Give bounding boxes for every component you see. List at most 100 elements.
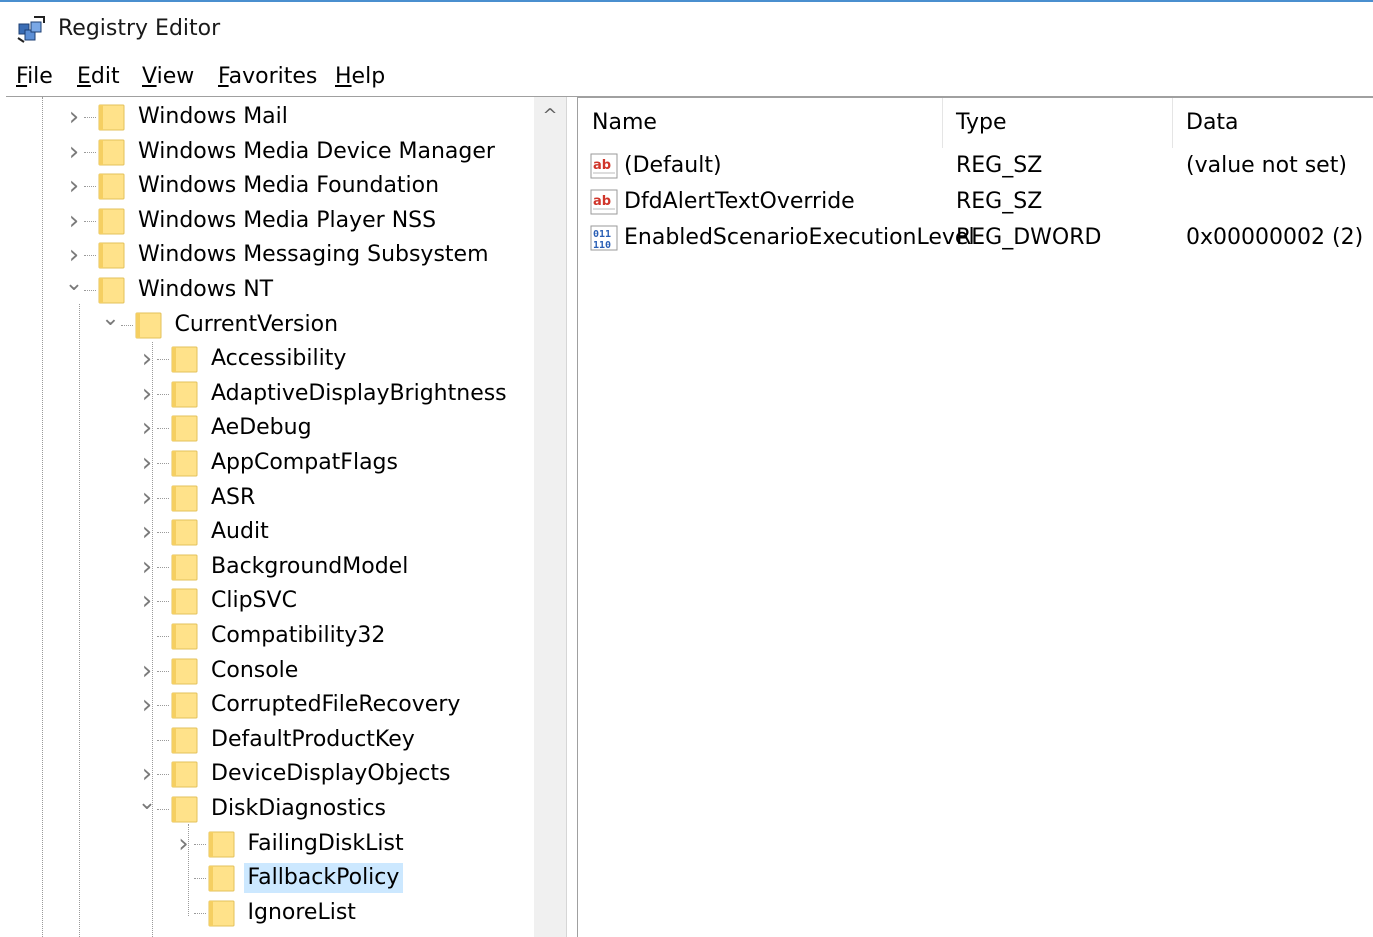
folder-icon (171, 450, 198, 477)
tree-item[interactable]: › Audit (6, 515, 534, 549)
tree-item[interactable]: › Windows Media Device Manager (6, 135, 534, 169)
tree-item[interactable]: ⌄ CurrentVersion (6, 307, 534, 342)
tree-item-label[interactable]: Accessibility (207, 344, 350, 374)
chevron-right-icon[interactable]: › (136, 346, 158, 372)
column-header-type[interactable]: Type (942, 98, 1172, 148)
tree-item-label[interactable]: Console (207, 656, 302, 686)
tree-item[interactable]: › Console (6, 654, 534, 688)
menu-file[interactable]: File (16, 64, 53, 89)
tree-item-label-selected[interactable]: FallbackPolicy (243, 863, 404, 894)
tree-item-label[interactable]: FailingDiskList (244, 829, 408, 859)
tree-item-label[interactable]: IgnoreList (244, 898, 360, 928)
folder-icon (135, 312, 161, 339)
tree-item[interactable]: › Accessibility (6, 342, 534, 376)
chevron-right-icon[interactable]: › (173, 831, 195, 857)
chevron-right-icon[interactable]: › (136, 692, 158, 718)
chevron-right-icon[interactable]: › (63, 208, 85, 234)
tree-item-label[interactable]: AeDebug (207, 413, 316, 443)
chevron-right-icon[interactable]: › (63, 139, 85, 165)
tree-item-label[interactable]: DeviceDisplayObjects (207, 759, 454, 789)
chevron-right-icon[interactable]: › (136, 381, 158, 407)
chevron-right-icon[interactable]: › (136, 519, 158, 545)
folder-icon (171, 623, 198, 650)
chevron-right-icon[interactable]: › (136, 485, 158, 511)
value-row[interactable]: 011 110 EnabledScenarioExecutionLevel RE… (578, 220, 1373, 256)
tree-item[interactable]: › AdaptiveDisplayBrightness (6, 377, 534, 411)
tree-item[interactable]: › ASR (6, 481, 534, 515)
tree-item-label[interactable]: Windows Media Foundation (134, 171, 443, 201)
tree-item[interactable]: › Windows Mail (6, 100, 534, 134)
tree-item[interactable]: › AppCompatFlags (6, 446, 534, 480)
values-list-pane[interactable]: Name Type Data ab (Default) REG_SZ (valu… (578, 97, 1373, 937)
tree-item-label[interactable]: Compatibility32 (207, 621, 389, 651)
chevron-down-icon[interactable]: ⌄ (100, 307, 122, 338)
tree-guide-line (157, 566, 169, 568)
menu-help[interactable]: Help (335, 64, 385, 89)
value-row[interactable]: ab (Default) REG_SZ (value not set) (578, 148, 1373, 184)
chevron-right-icon[interactable]: › (63, 104, 85, 130)
tree-item[interactable]: › Windows Media Player NSS (6, 204, 534, 238)
tree-item[interactable]: › Windows Media Foundation (6, 169, 534, 203)
value-row[interactable]: ab DfdAlertTextOverride REG_SZ (578, 184, 1373, 220)
tree-item-label[interactable]: CurrentVersion (171, 310, 343, 340)
tree-item-label[interactable]: Windows Media Player NSS (134, 206, 440, 236)
chevron-down-icon[interactable]: ⌄ (63, 273, 85, 303)
tree-item[interactable]: DefaultProductKey (6, 723, 534, 757)
tree-item-label[interactable]: AdaptiveDisplayBrightness (207, 379, 511, 409)
folder-icon (171, 415, 198, 442)
folder-icon (171, 554, 198, 581)
scroll-up-arrow-icon[interactable]: ^ (534, 97, 566, 133)
tree-item[interactable]: › AeDebug (6, 411, 534, 445)
tree-item[interactable]: › FailingDiskList (6, 827, 534, 861)
tree-item[interactable]: › CorruptedFileRecovery (6, 688, 534, 722)
pane-splitter[interactable] (566, 97, 578, 937)
tree-item-label[interactable]: AppCompatFlags (207, 448, 402, 478)
tree-item-label[interactable]: Windows Mail (134, 102, 292, 132)
chevron-right-icon[interactable]: › (136, 415, 158, 441)
chevron-right-icon[interactable]: › (136, 450, 158, 476)
tree-guide-line (157, 774, 169, 776)
title-bar[interactable]: Registry Editor (0, 2, 1373, 56)
menu-view[interactable]: View (142, 64, 194, 89)
chevron-right-icon[interactable]: › (136, 761, 158, 787)
tree-item-label[interactable]: Windows NT (134, 275, 277, 305)
tree-item-label[interactable]: CorruptedFileRecovery (207, 690, 464, 720)
menu-edit[interactable]: Edit (77, 64, 120, 89)
menu-favorites[interactable]: Favorites (218, 64, 317, 89)
chevron-right-icon[interactable]: › (136, 554, 158, 580)
tree-item[interactable]: ⌄ DiskDiagnostics (6, 792, 534, 826)
tree-guide-line (157, 636, 169, 637)
tree-item[interactable]: ⌄ Windows NT (6, 273, 534, 307)
chevron-down-icon[interactable]: ⌄ (136, 792, 158, 822)
tree-item-label[interactable]: Windows Media Device Manager (134, 137, 499, 167)
tree-item[interactable]: IgnoreList (6, 896, 534, 930)
chevron-right-icon[interactable]: › (63, 242, 85, 268)
tree-item-label[interactable]: Windows Messaging Subsystem (134, 240, 493, 270)
tree-item[interactable]: › DeviceDisplayObjects (6, 757, 534, 791)
chevron-right-icon[interactable]: › (136, 658, 158, 684)
svg-text:011: 011 (593, 229, 611, 240)
folder-icon (171, 796, 198, 823)
tree-scrollbar[interactable]: ^ (534, 97, 566, 937)
tree-item-label[interactable]: Audit (207, 517, 273, 547)
tree-guide-line (84, 290, 96, 291)
chevron-right-icon[interactable]: › (136, 588, 158, 614)
tree-item-label[interactable]: DefaultProductKey (207, 725, 419, 755)
value-name: EnabledScenarioExecutionLevel (624, 225, 975, 250)
column-header-data[interactable]: Data (1172, 98, 1373, 148)
tree-guide-line (157, 705, 169, 707)
tree-item-label[interactable]: ClipSVC (207, 586, 301, 616)
column-header-name[interactable]: Name (578, 98, 942, 148)
chevron-right-icon[interactable]: › (63, 173, 85, 199)
tree-item[interactable]: Compatibility32 (6, 619, 534, 653)
tree-item[interactable]: FallbackPolicy (6, 861, 534, 895)
tree-item[interactable]: › ClipSVC (6, 584, 534, 618)
tree-item[interactable]: › Windows Messaging Subsystem (6, 238, 534, 272)
svg-text:ab: ab (593, 194, 611, 209)
tree-item-label[interactable]: DiskDiagnostics (207, 794, 390, 824)
tree-item[interactable]: › BackgroundModel (6, 550, 534, 584)
tree-item-label[interactable]: BackgroundModel (207, 552, 412, 582)
tree-guide-line (84, 186, 96, 188)
tree-item-label[interactable]: ASR (207, 483, 259, 513)
key-tree-pane[interactable]: › Windows Mail › Windows Media Device Manag… (6, 97, 566, 937)
